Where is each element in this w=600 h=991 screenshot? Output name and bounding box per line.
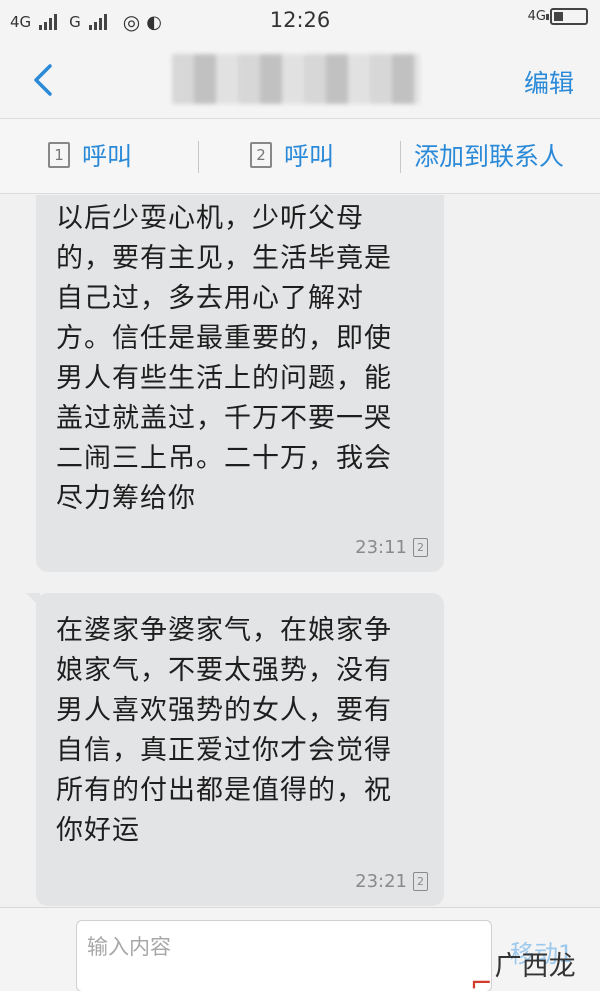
back-arrow-icon[interactable] [28, 60, 68, 100]
add-to-contacts-label: 添加到联系人 [414, 142, 565, 171]
add-to-contacts-button[interactable]: 添加到联系人 [414, 137, 564, 173]
watermark-text: 广西龙网 [494, 951, 576, 991]
sim2-icon: 2 [250, 142, 272, 168]
message-meta: 23:11 2 [355, 537, 428, 558]
site-watermark: ⌐ 广西龙网 [470, 944, 600, 991]
divider [198, 141, 199, 173]
call-sim2-button[interactable]: 2 呼叫 [250, 137, 334, 173]
network-type-right: 4G [527, 9, 546, 24]
message-text: 在婆家争婆家气，在娘家争 娘家气，不要太强势，没有 男人喜欢强势的女人，要有 自… [56, 615, 392, 846]
message-bubble[interactable]: 在婆家争婆家气，在娘家争 娘家气，不要太强势，没有 男人喜欢强势的女人，要有 自… [26, 593, 444, 906]
sim-indicator-icon: 2 [413, 872, 428, 891]
edit-button[interactable]: 编辑 [524, 64, 574, 100]
message-meta: 23:21 2 [355, 871, 428, 892]
status-bar: 4G G ◎ ◐ 12:26 4G [0, 0, 600, 42]
bubble-tail [26, 593, 40, 607]
conversation-header: 编辑 [0, 42, 600, 118]
divider [400, 141, 401, 173]
sim1-icon: 1 [48, 142, 70, 168]
call-action-bar: 1 呼叫 2 呼叫 添加到联系人 [0, 118, 600, 194]
clock: 12:26 [269, 8, 331, 32]
message-time: 23:21 [355, 871, 407, 892]
watermark-logo-icon: ⌐ [470, 967, 493, 991]
message-list[interactable]: 以后少耍心机，少听父母 的，要有主见，生活毕竟是 自己过，多去用心了解对 方。信… [0, 195, 600, 907]
status-right: 4G [528, 8, 588, 25]
call-sim2-label: 呼叫 [284, 142, 335, 171]
message-input[interactable]: 输入内容 [76, 920, 492, 991]
message-bubble[interactable]: 以后少耍心机，少听父母 的，要有主见，生活毕竟是 自己过，多去用心了解对 方。信… [36, 195, 444, 572]
call-sim1-label: 呼叫 [82, 142, 133, 171]
message-text: 以后少耍心机，少听父母 的，要有主见，生活毕竟是 自己过，多去用心了解对 方。信… [56, 203, 392, 514]
call-sim1-button[interactable]: 1 呼叫 [48, 137, 132, 173]
sim-indicator-icon: 2 [413, 538, 428, 557]
contact-name-blurred [172, 54, 420, 104]
message-time: 23:11 [355, 537, 407, 558]
battery-icon [546, 8, 588, 25]
